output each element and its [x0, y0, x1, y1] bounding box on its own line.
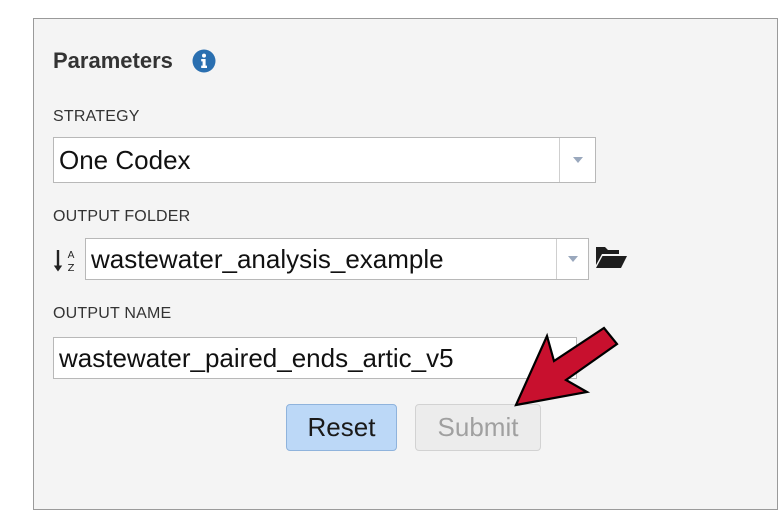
panel-title: Parameters — [53, 48, 173, 73]
reset-button[interactable]: Reset — [286, 404, 397, 451]
output-folder-select[interactable]: wastewater_analysis_example — [85, 238, 589, 280]
strategy-select[interactable]: One Codex — [53, 137, 596, 183]
svg-text:Z: Z — [68, 263, 75, 274]
svg-text:A: A — [68, 250, 75, 261]
output-folder-label: OUTPUT FOLDER — [53, 208, 191, 225]
output-folder-selected-value: wastewater_analysis_example — [91, 243, 444, 274]
sort-alpha-icon[interactable]: A Z — [53, 246, 79, 276]
chevron-down-icon[interactable] — [559, 138, 595, 182]
output-name-label: OUTPUT NAME — [53, 305, 172, 322]
strategy-selected-value: One Codex — [59, 144, 191, 175]
info-circle-icon[interactable] — [192, 49, 216, 73]
folder-open-icon[interactable] — [594, 244, 628, 270]
panel-header: Parameters — [53, 48, 216, 74]
parameters-panel: Parameters STRATEGY One Codex OUTPUT FOL… — [33, 18, 778, 510]
strategy-label: STRATEGY — [53, 108, 140, 125]
output-name-input[interactable] — [53, 337, 577, 379]
chevron-down-icon[interactable] — [556, 239, 588, 279]
submit-button[interactable]: Submit — [415, 404, 541, 451]
